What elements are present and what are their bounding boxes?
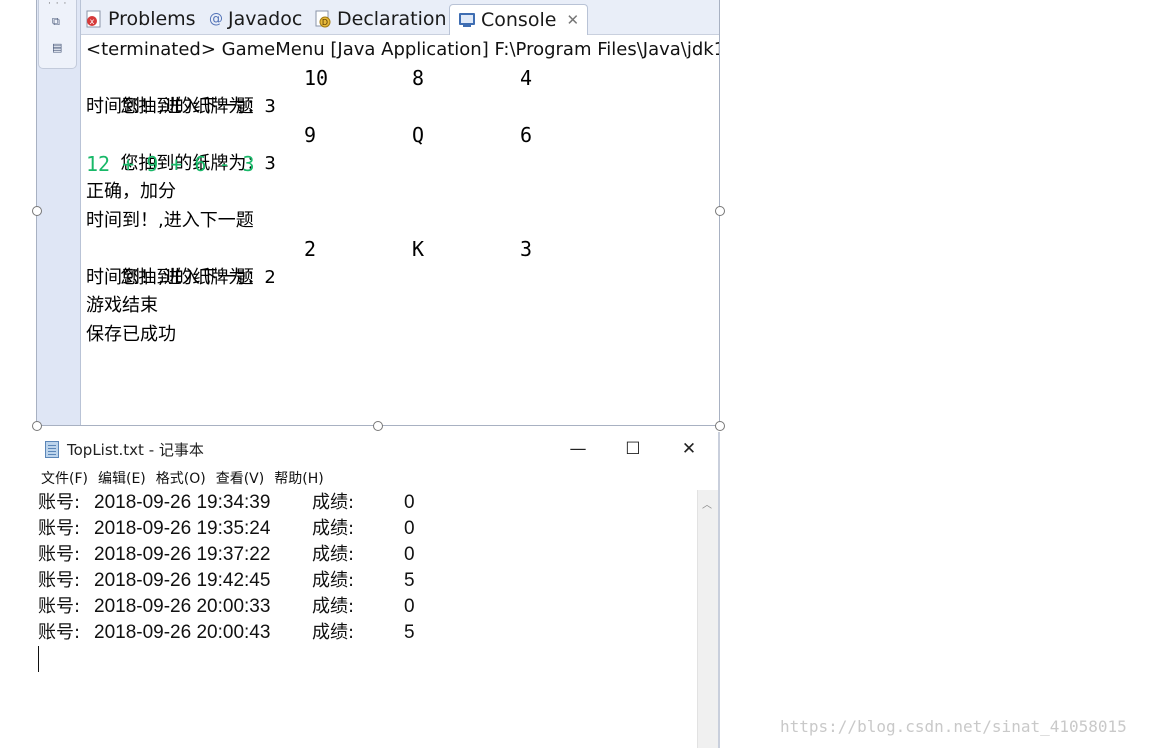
resize-handle[interactable]	[715, 421, 725, 431]
console-line: 正确，加分	[86, 181, 176, 202]
watermark: https://blog.csdn.net/sinat_41058015	[780, 717, 1127, 736]
side-trim: · · · ⧉ ▤	[37, 0, 81, 425]
account-datetime: 2018-09-26 19:35:24	[94, 518, 271, 539]
trim-toolbar: · · · ⧉ ▤	[38, 0, 77, 69]
score-value: 5	[404, 570, 415, 591]
scroll-up-icon[interactable]: ︿	[702, 496, 712, 511]
menu-edit[interactable]: 编辑(E)	[98, 468, 146, 490]
list-item: 账号: 2018-09-26 19:34:39 成绩: 0	[36, 490, 698, 516]
score-label: 成绩:	[312, 596, 355, 617]
console-line: 您抽到的纸牌为：3 9 Q 6	[120, 123, 533, 174]
svg-text:D: D	[322, 18, 328, 27]
score-label: 成绩:	[312, 544, 355, 565]
account-datetime: 2018-09-26 20:00:33	[94, 596, 271, 617]
card-value: Q	[412, 123, 425, 147]
console-line: 时间到！,进入下一题	[86, 266, 254, 288]
tab-console[interactable]: Console ✕	[449, 4, 589, 35]
notepad-text-area[interactable]: 账号: 2018-09-26 19:34:39 成绩: 0 账号: 2018-0…	[36, 490, 698, 672]
menu-help[interactable]: 帮助(H)	[274, 468, 323, 490]
close-button[interactable]: ✕	[661, 432, 717, 466]
card-value: 3	[520, 237, 533, 261]
resize-handle[interactable]	[373, 421, 383, 431]
account-datetime: 2018-09-26 19:42:45	[94, 570, 271, 591]
declaration-icon: D	[314, 10, 332, 28]
score-label: 成绩:	[312, 518, 355, 539]
eclipse-console-view: · · · ⧉ ▤ x Problems @ Javadoc D Declara…	[36, 0, 720, 426]
tab-problems[interactable]: x Problems	[85, 4, 196, 34]
card-value: 2	[304, 237, 317, 261]
account-label: 账号:	[38, 596, 81, 617]
console-line: 您抽到的纸牌为：3 10 8 4	[120, 66, 533, 117]
account-label: 账号:	[38, 492, 81, 513]
menu-view[interactable]: 查看(V)	[216, 468, 265, 490]
text-caret	[38, 646, 39, 672]
tab-declaration[interactable]: D Declaration	[314, 4, 447, 34]
javadoc-icon: @	[209, 11, 223, 27]
console-line: 保存已成功	[86, 323, 176, 345]
score-label: 成绩:	[312, 492, 355, 513]
list-item: 账号: 2018-09-26 19:37:22 成绩: 0	[36, 542, 698, 568]
tab-declaration-label: Declaration	[337, 8, 447, 30]
close-icon[interactable]: ✕	[566, 11, 579, 29]
resize-handle[interactable]	[715, 206, 725, 216]
account-datetime: 2018-09-26 19:34:39	[94, 492, 271, 513]
card-value: 8	[412, 66, 425, 90]
menu-file[interactable]: 文件(F)	[41, 468, 88, 490]
svg-text:x: x	[90, 17, 95, 26]
card-value: 9	[304, 123, 317, 147]
account-datetime: 2018-09-26 19:37:22	[94, 544, 271, 565]
tab-console-label: Console	[481, 9, 557, 31]
drag-dots-icon[interactable]: · · ·	[48, 0, 67, 9]
score-label: 成绩:	[312, 570, 355, 591]
console-line: 时间到！,进入下一题	[86, 95, 254, 117]
view-tab-bar: x Problems @ Javadoc D Declaration Conso…	[81, 0, 719, 35]
score-value: 0	[404, 544, 415, 565]
score-label: 成绩:	[312, 622, 355, 643]
vertical-scrollbar[interactable]: ︿	[697, 490, 718, 748]
list-item: 账号: 2018-09-26 19:35:24 成绩: 0	[36, 516, 698, 542]
card-value: 10	[304, 66, 329, 90]
notepad-menu-bar: 文件(F) 编辑(E) 格式(O) 查看(V) 帮助(H)	[36, 468, 329, 490]
account-datetime: 2018-09-26 20:00:43	[94, 622, 271, 643]
list-item: 账号: 2018-09-26 20:00:43 成绩: 5	[36, 620, 698, 646]
notepad-window: TopList.txt - 记事本 — ☐ ✕ 文件(F) 编辑(E) 格式(O…	[36, 432, 720, 748]
list-item: 账号: 2018-09-26 19:42:45 成绩: 5	[36, 568, 698, 594]
tab-javadoc[interactable]: @ Javadoc	[209, 4, 302, 34]
account-label: 账号:	[38, 570, 81, 591]
score-value: 0	[404, 492, 415, 513]
resize-handle[interactable]	[32, 421, 42, 431]
console-line: 时间到！,进入下一题	[86, 209, 254, 231]
score-value: 0	[404, 596, 415, 617]
account-label: 账号:	[38, 518, 81, 539]
restore-icon[interactable]: ⧉	[52, 16, 64, 28]
score-value: 5	[404, 622, 415, 643]
console-process-header: <terminated> GameMenu [Java Application]…	[86, 39, 720, 60]
score-value: 0	[404, 518, 415, 539]
outline-icon[interactable]: ▤	[52, 42, 64, 54]
console-icon	[458, 11, 476, 29]
menu-format[interactable]: 格式(O)	[156, 468, 206, 490]
notepad-icon	[45, 440, 59, 458]
console-line: 游戏结束	[86, 295, 158, 316]
resize-handle[interactable]	[32, 206, 42, 216]
console-line: 您抽到的纸牌为：2 2 K 3	[120, 237, 533, 288]
maximize-button[interactable]: ☐	[605, 432, 661, 466]
list-item: 账号: 2018-09-26 20:00:33 成绩: 0	[36, 594, 698, 620]
account-label: 账号:	[38, 622, 81, 643]
card-value: 4	[520, 66, 533, 90]
tab-problems-label: Problems	[108, 8, 196, 30]
card-value: K	[412, 237, 425, 261]
window-title: TopList.txt - 记事本	[67, 440, 204, 459]
tab-javadoc-label: Javadoc	[228, 8, 303, 30]
console-output[interactable]: 您抽到的纸牌为：3 10 8 4 时间到！,进入下一题 您抽到的纸牌为：3 9 …	[86, 64, 719, 349]
console-input-line: 12 + 9 + 6 - 3	[86, 151, 255, 176]
problems-icon: x	[85, 10, 103, 28]
card-value: 6	[520, 123, 533, 147]
minimize-button[interactable]: —	[550, 432, 606, 466]
account-label: 账号:	[38, 544, 81, 565]
